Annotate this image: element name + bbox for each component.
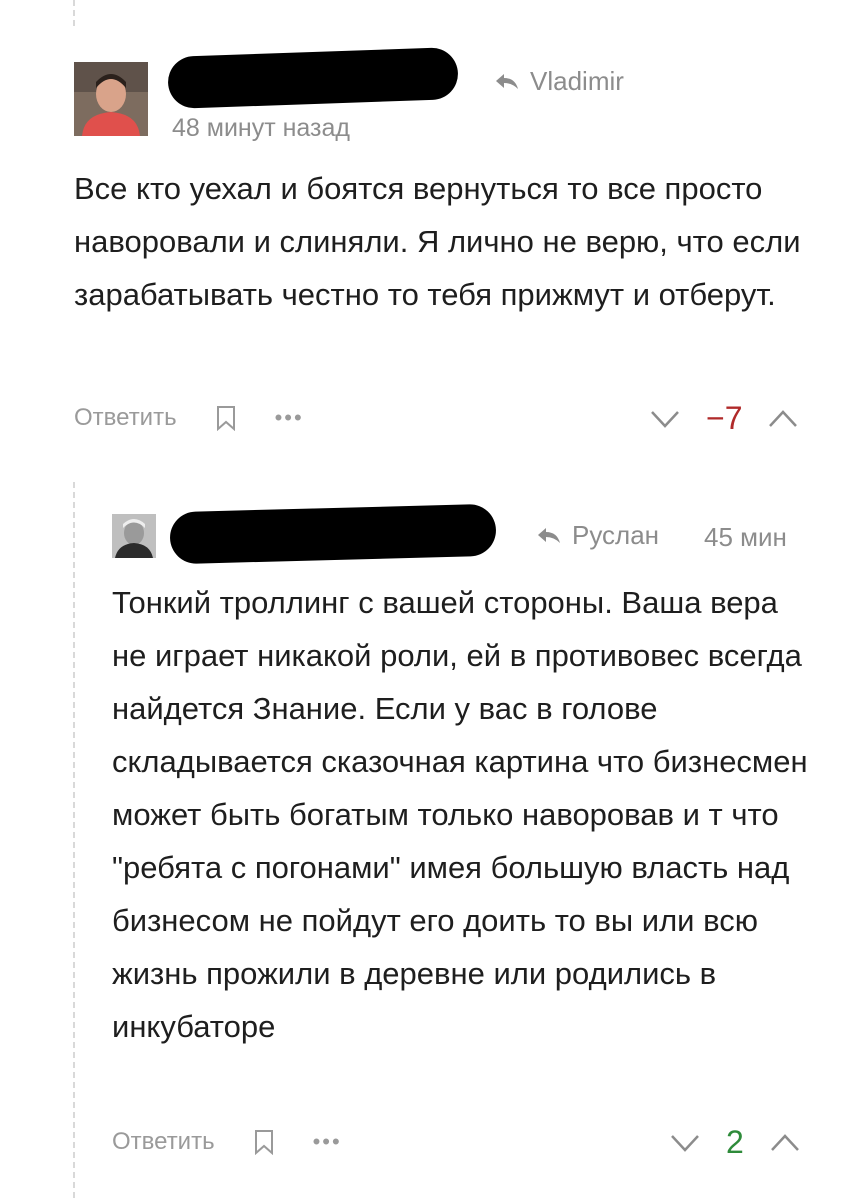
rating-score: 2 bbox=[726, 1124, 744, 1160]
reply-to[interactable]: Руслан bbox=[536, 520, 659, 551]
rating-score: −7 bbox=[706, 400, 743, 436]
bookmark-icon[interactable] bbox=[215, 405, 237, 431]
reply-button[interactable]: Ответить bbox=[74, 404, 177, 432]
avatar[interactable] bbox=[112, 514, 156, 558]
thread-line-reply bbox=[73, 482, 75, 1200]
reply-button[interactable]: Ответить bbox=[112, 1128, 215, 1156]
chevron-up-icon[interactable] bbox=[768, 409, 798, 429]
reply-arrow-icon bbox=[496, 73, 518, 89]
chevron-down-icon[interactable] bbox=[650, 409, 680, 429]
thread-line-top bbox=[73, 0, 75, 30]
bookmark-icon[interactable] bbox=[253, 1129, 275, 1155]
reply-to[interactable]: Vladimir bbox=[494, 66, 624, 97]
comment-actions: Ответить ••• bbox=[74, 404, 304, 432]
chevron-up-icon[interactable] bbox=[770, 1133, 800, 1153]
reply-to-name[interactable]: Vladimir bbox=[530, 66, 624, 97]
reply-to-name[interactable]: Руслан bbox=[572, 520, 659, 551]
rating-control: −7 bbox=[650, 400, 798, 437]
comment-text: Тонкий троллинг с вашей стороны. Ваша ве… bbox=[112, 585, 808, 1044]
reply-arrow-icon bbox=[538, 527, 560, 543]
username-redaction bbox=[167, 46, 459, 110]
more-dots-icon[interactable]: ••• bbox=[313, 1129, 342, 1155]
comment-text: Все кто уехал и боятся вернуться то все … bbox=[74, 171, 801, 312]
chevron-down-icon[interactable] bbox=[670, 1133, 700, 1153]
more-dots-icon[interactable]: ••• bbox=[275, 405, 304, 431]
comment-actions: Ответить ••• bbox=[112, 1128, 342, 1156]
avatar[interactable] bbox=[74, 62, 148, 136]
rating-control: 2 bbox=[670, 1124, 800, 1161]
comment-time: 45 мин bbox=[704, 522, 787, 552]
comment-time: 48 минут назад bbox=[172, 114, 350, 142]
username-redaction bbox=[169, 503, 497, 565]
